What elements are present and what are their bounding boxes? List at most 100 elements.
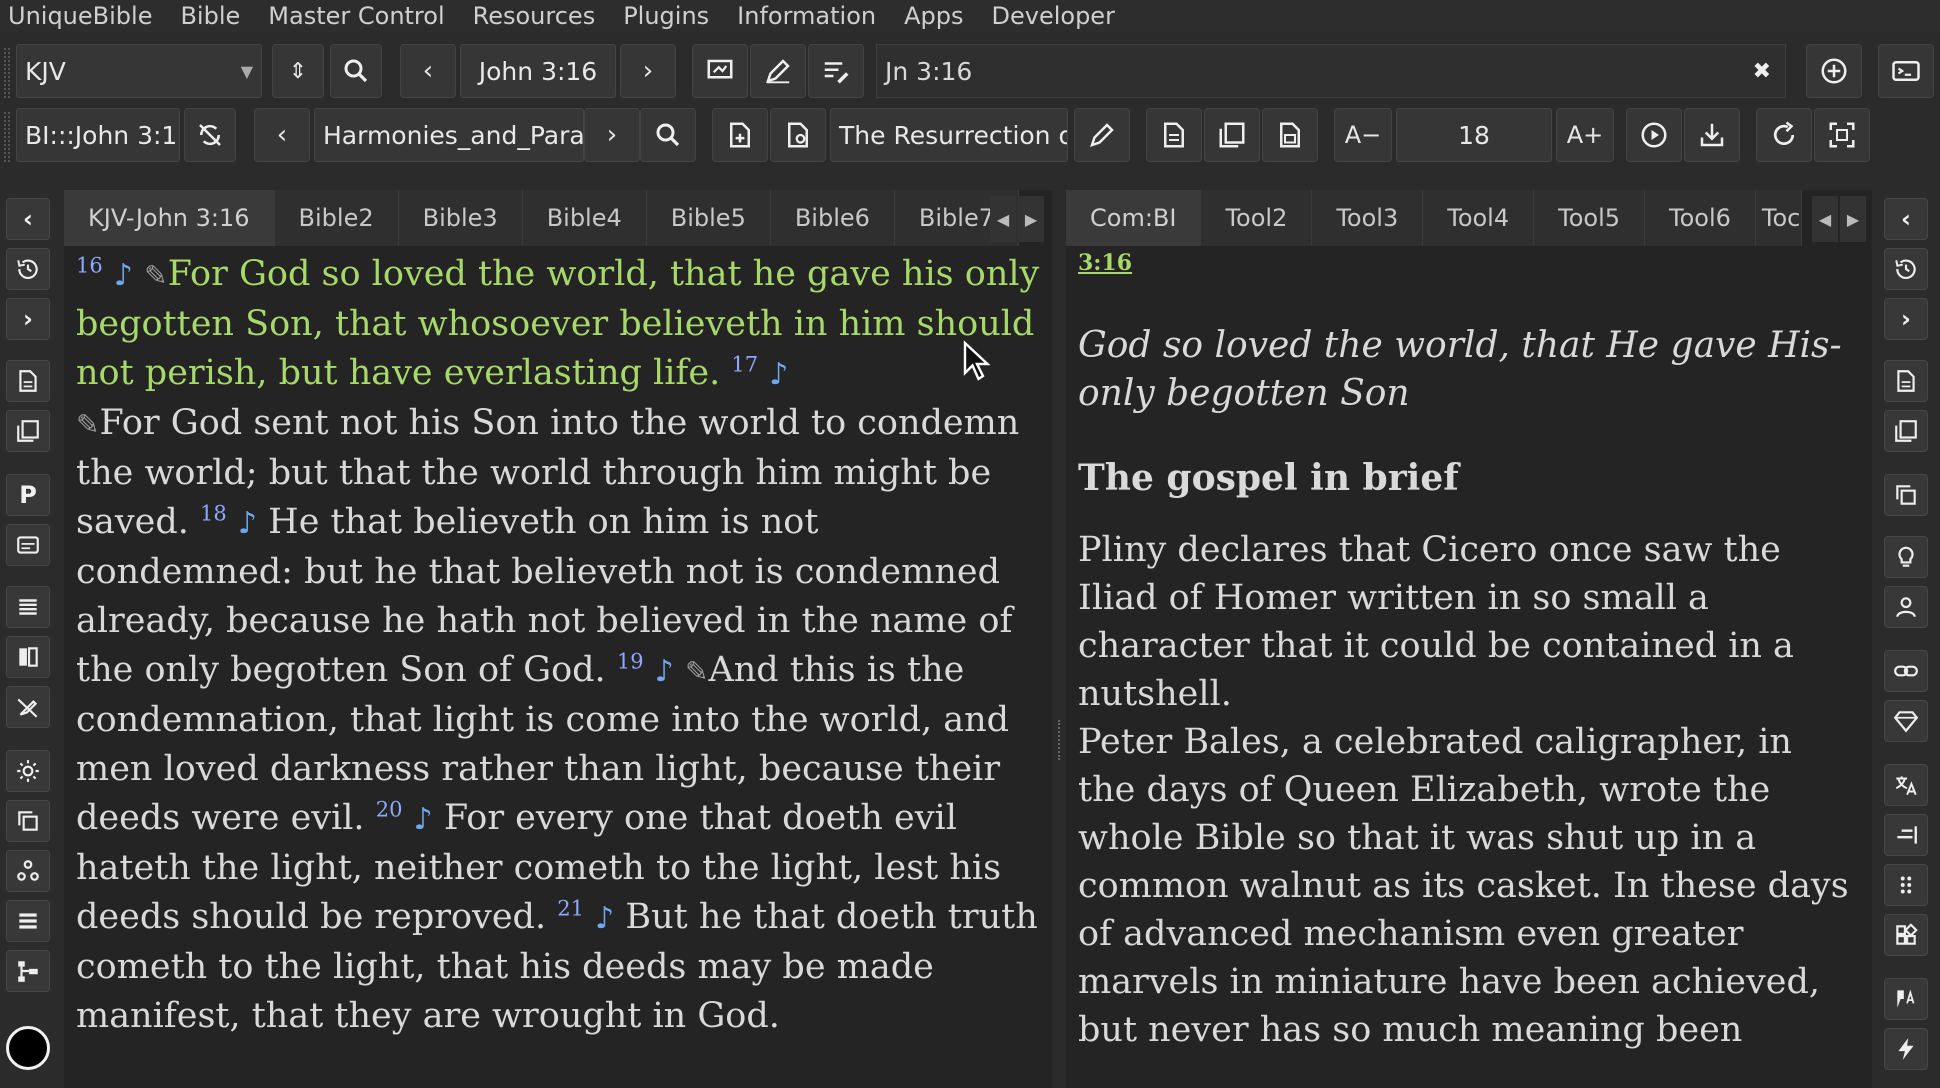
drag-dots-button[interactable] (1884, 864, 1928, 906)
pdf-button[interactable] (1204, 108, 1260, 162)
user-search-button[interactable] (1884, 586, 1928, 628)
tab-scroll-left-button[interactable]: ◀ (990, 196, 1016, 242)
bi-ref-button[interactable]: BI:::John 3:16 (16, 108, 180, 162)
download-button[interactable] (1684, 108, 1740, 162)
tool-tab-scroll-left-button[interactable]: ◀ (1812, 196, 1838, 242)
fullscreen-button[interactable] (1814, 108, 1870, 162)
flash-button[interactable] (1884, 1028, 1928, 1070)
parallel-button[interactable] (808, 44, 864, 98)
link-button[interactable] (1884, 650, 1928, 692)
save-file-button[interactable] (1262, 108, 1318, 162)
font-increase-button[interactable]: A+ (1556, 108, 1614, 162)
music-note-icon[interactable]: ♪ (238, 506, 257, 541)
font-decrease-button[interactable]: A− (1334, 108, 1392, 162)
tab-commentary[interactable]: Com:BI (1066, 190, 1202, 246)
history-button[interactable] (6, 248, 50, 290)
play-audio-button[interactable] (1626, 108, 1682, 162)
music-note-icon[interactable]: ♪ (595, 901, 614, 936)
bible-version-select[interactable]: KJV ▼ (16, 44, 262, 98)
topic-title-button[interactable]: The Resurrection of (830, 108, 1068, 162)
tab-bible2[interactable]: Bible2 (274, 190, 399, 246)
topic-book-button[interactable]: Harmonies_and_Parall (314, 108, 584, 162)
reload-button[interactable] (1756, 108, 1812, 162)
verse-number[interactable]: 19 (617, 649, 644, 673)
edit-topic-button[interactable] (1074, 108, 1130, 162)
search-button[interactable] (330, 44, 382, 98)
next-chapter-button[interactable]: › (620, 44, 676, 98)
tab-tool6[interactable]: Tool6 (1645, 190, 1756, 246)
verse-number[interactable]: 16 (76, 253, 103, 277)
open-document-button[interactable] (712, 108, 768, 162)
text-to-speech-button[interactable] (1884, 978, 1928, 1020)
menu-apps[interactable]: Apps (890, 1, 977, 31)
right-forward-button[interactable]: › (1884, 298, 1928, 340)
tab-tool2[interactable]: Tool2 (1201, 190, 1313, 246)
translate-button[interactable] (1884, 764, 1928, 806)
presentation-button[interactable] (692, 44, 748, 98)
tab-bible4[interactable]: Bible4 (522, 190, 647, 246)
tool-tab-scroll-right-button[interactable]: ▶ (1840, 196, 1866, 242)
verse-ref-button[interactable]: John 3:16 (460, 44, 616, 98)
tree-button[interactable] (6, 950, 50, 992)
tab-tool7[interactable]: Toc (1755, 190, 1802, 246)
list-view-button[interactable] (6, 586, 50, 628)
subtitle-button[interactable] (6, 524, 50, 566)
export-doc-button[interactable] (6, 360, 50, 402)
edit-note-button[interactable] (750, 44, 806, 98)
theme-button[interactable] (6, 750, 50, 792)
export-pdf-button[interactable] (6, 410, 50, 452)
right-export-doc-button[interactable] (1884, 360, 1928, 402)
document-search-button[interactable] (770, 108, 826, 162)
menu-developer[interactable]: Developer (978, 1, 1129, 31)
back-button[interactable]: ‹ (6, 198, 50, 240)
menu-uniquebible[interactable]: UniqueBible (0, 1, 166, 31)
tab-bible5[interactable]: Bible5 (646, 190, 771, 246)
compare-button[interactable] (6, 636, 50, 678)
menu-information[interactable]: Information (723, 1, 890, 31)
prev-topic-button[interactable]: ‹ (254, 108, 310, 162)
music-note-icon[interactable]: ♪ (769, 357, 788, 392)
menu-resources[interactable]: Resources (459, 1, 610, 31)
tab-bible6[interactable]: Bible6 (770, 190, 895, 246)
sync-toggle-button[interactable] (184, 108, 236, 162)
music-note-icon[interactable]: ♪ (114, 258, 133, 293)
toolbar-grip[interactable] (4, 112, 10, 162)
menu-bible[interactable]: Bible (166, 1, 254, 31)
pen-note-icon[interactable]: ✎ (76, 408, 99, 441)
verse-number[interactable]: 17 (731, 352, 758, 376)
music-note-icon[interactable]: ♪ (414, 802, 433, 837)
right-history-button[interactable] (1884, 248, 1928, 290)
right-export-pdf-button[interactable] (1884, 410, 1928, 452)
forward-button[interactable]: › (6, 298, 50, 340)
text-file-button[interactable] (1146, 108, 1202, 162)
tab-bible3[interactable]: Bible3 (398, 190, 523, 246)
tab-scroll-right-button[interactable]: ▶ (1018, 196, 1044, 242)
next-topic-button[interactable]: › (584, 108, 640, 162)
gem-button[interactable] (1884, 700, 1928, 742)
terminal-button[interactable] (1878, 44, 1934, 98)
menu-plugins[interactable]: Plugins (609, 1, 723, 31)
music-note-icon[interactable]: ♪ (655, 654, 674, 689)
status-circle-icon[interactable] (6, 1026, 50, 1070)
align-right-button[interactable] (1884, 814, 1928, 856)
clear-icon[interactable]: ✖ (1753, 59, 1771, 84)
topic-search-button[interactable] (640, 108, 696, 162)
menu-master-control[interactable]: Master Control (254, 1, 458, 31)
apps-button[interactable] (1884, 914, 1928, 956)
right-back-button[interactable]: ‹ (1884, 198, 1928, 240)
tab-tool4[interactable]: Tool4 (1423, 190, 1535, 246)
copy-button[interactable] (6, 800, 50, 842)
verse-number[interactable]: 21 (557, 896, 584, 920)
lightbulb-button[interactable] (1884, 536, 1928, 578)
pen-note-icon[interactable]: ✎ (685, 655, 708, 688)
commentary-verse-link[interactable]: 3:16 (1078, 250, 1860, 276)
highlight-off-button[interactable] (6, 686, 50, 728)
pen-note-icon[interactable]: ✎ (144, 259, 167, 292)
command-input[interactable]: Jn 3:16 ✖ (876, 44, 1786, 98)
swap-versions-button[interactable]: ⇕ (272, 44, 324, 98)
panel-splitter[interactable] (1058, 720, 1062, 760)
menu-list-button[interactable] (6, 900, 50, 942)
tab-tool3[interactable]: Tool3 (1312, 190, 1424, 246)
right-copy-button[interactable] (1884, 474, 1928, 516)
p-button[interactable]: P (6, 474, 50, 516)
